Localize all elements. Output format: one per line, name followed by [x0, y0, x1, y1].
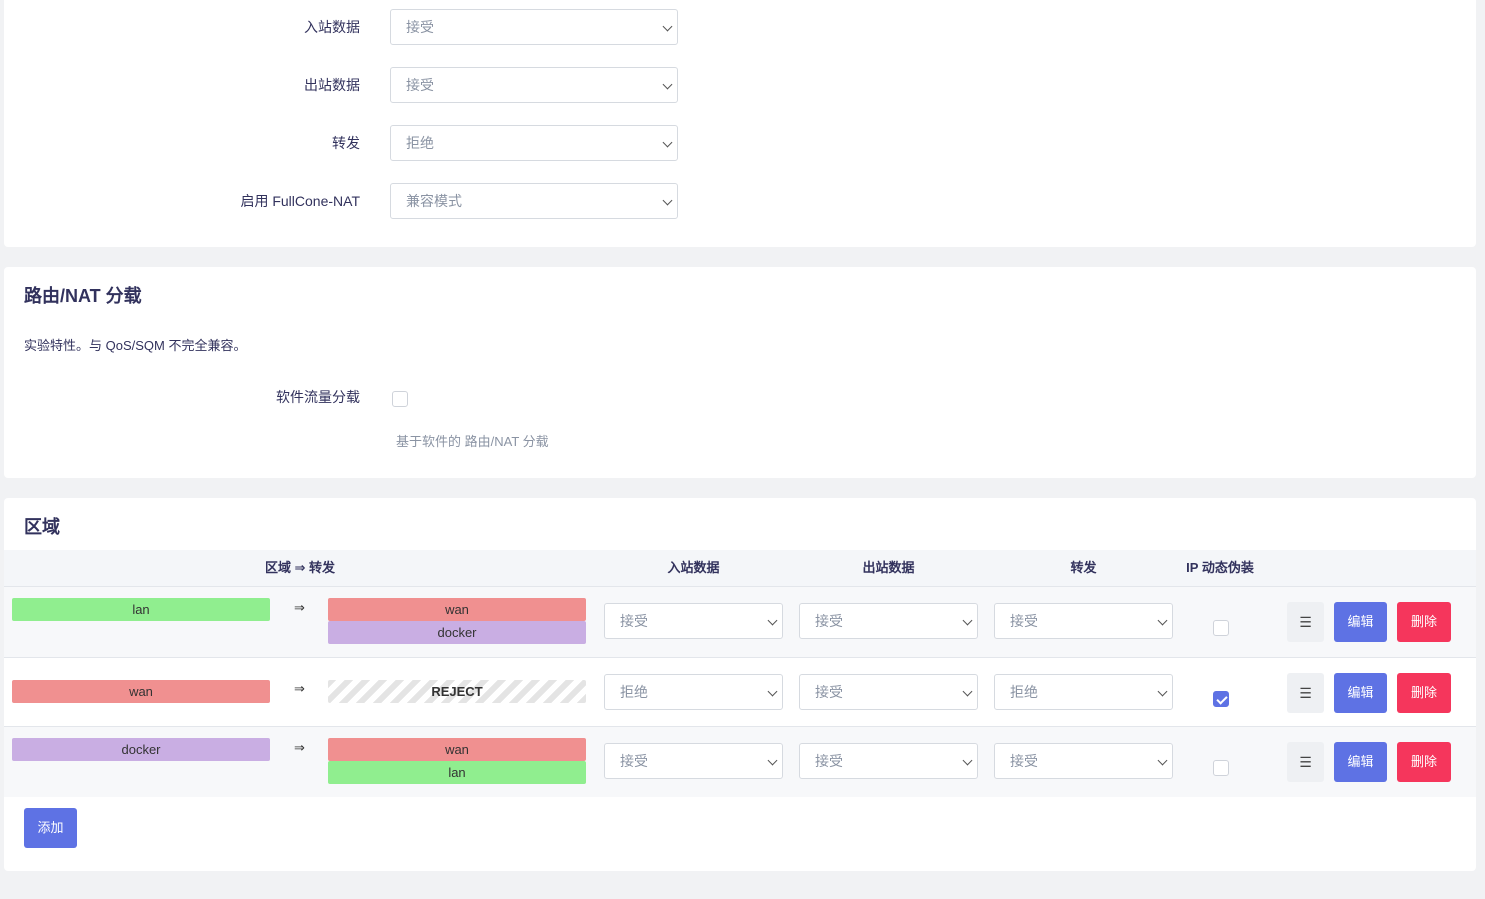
chevron-down-icon — [1157, 755, 1168, 766]
input-policy-row: 入站数据 接受 — [4, 9, 804, 45]
dest-badge-wan: wan — [328, 598, 586, 621]
chevron-down-icon — [662, 21, 673, 32]
general-settings-card: 入站数据 接受 出站数据 接受 转发 拒绝 启用 FullCone-NAT 兼容… — [4, 0, 1476, 247]
row-output-select[interactable]: 接受 — [799, 674, 978, 710]
row-forward-select[interactable]: 接受 — [994, 603, 1173, 639]
offload-title: 路由/NAT 分载 — [24, 286, 142, 306]
row-input-select[interactable]: 接受 — [604, 743, 783, 779]
chevron-down-icon — [767, 755, 778, 766]
input-policy-select[interactable]: 接受 — [390, 9, 678, 45]
chevron-down-icon — [1157, 686, 1168, 697]
drag-handle-menu-icon[interactable]: ☰ — [1287, 742, 1324, 782]
zones-table-header: 区域 ⇒ 转发 入站数据 出站数据 转发 IP 动态伪装 — [4, 550, 1476, 587]
header-forward: 转发 — [1070, 560, 1097, 575]
zone-badge-lan: lan — [12, 598, 270, 621]
masq-checkbox[interactable] — [1213, 691, 1229, 707]
row-forward-value: 拒绝 — [1010, 684, 1038, 700]
row-forward-value: 接受 — [1010, 753, 1038, 769]
row-input-select[interactable]: 拒绝 — [604, 674, 783, 710]
header-zone-forward: 区域 ⇒ 转发 — [264, 560, 336, 575]
chevron-down-icon — [1157, 615, 1168, 626]
chevron-down-icon — [962, 755, 973, 766]
zones-card: 区域 区域 ⇒ 转发 入站数据 出站数据 转发 IP 动态伪装 lan ⇒ wa… — [4, 498, 1476, 871]
sw-offload-checkbox[interactable] — [392, 391, 408, 407]
output-policy-value: 接受 — [406, 77, 434, 93]
delete-button[interactable]: 删除 — [1397, 742, 1451, 782]
chevron-down-icon — [662, 137, 673, 148]
output-policy-select[interactable]: 接受 — [390, 67, 678, 103]
chevron-down-icon — [767, 686, 778, 697]
chevron-down-icon — [962, 686, 973, 697]
chevron-down-icon — [767, 615, 778, 626]
row-output-value: 接受 — [815, 684, 843, 700]
header-output: 出站数据 — [862, 560, 915, 575]
output-policy-label: 出站数据 — [304, 77, 360, 93]
sw-offload-hint: 基于软件的 路由/NAT 分载 — [396, 434, 549, 449]
forward-policy-row: 转发 拒绝 — [4, 125, 804, 161]
row-input-value: 接受 — [620, 613, 648, 629]
row-forward-value: 接受 — [1010, 613, 1038, 629]
fullcone-nat-row: 启用 FullCone-NAT 兼容模式 — [4, 183, 804, 219]
sw-offload-label: 软件流量分载 — [276, 389, 360, 405]
forward-policy-label: 转发 — [332, 135, 360, 151]
row-output-value: 接受 — [815, 613, 843, 629]
zone-badge-wan: wan — [12, 680, 270, 703]
dest-badge-reject: REJECT — [328, 680, 586, 703]
zone-badge-docker: docker — [12, 738, 270, 761]
masq-checkbox[interactable] — [1213, 760, 1229, 776]
zones-title: 区域 — [24, 517, 60, 537]
masq-checkbox[interactable] — [1213, 620, 1229, 636]
table-row: docker ⇒ wan lan 接受 接受 接受 ☰ 编辑 删除 — [4, 727, 1476, 797]
sw-offload-row: 软件流量分载 — [4, 379, 804, 415]
offload-description: 实验特性。与 QoS/SQM 不完全兼容。 — [24, 338, 247, 353]
row-forward-select[interactable]: 拒绝 — [994, 674, 1173, 710]
row-input-select[interactable]: 接受 — [604, 603, 783, 639]
drag-handle-menu-icon[interactable]: ☰ — [1287, 602, 1324, 642]
input-policy-label: 入站数据 — [304, 19, 360, 35]
row-output-value: 接受 — [815, 753, 843, 769]
add-zone-button[interactable]: 添加 — [24, 808, 77, 848]
arrow-icon: ⇒ — [294, 740, 305, 755]
row-output-select[interactable]: 接受 — [799, 603, 978, 639]
offload-card: 路由/NAT 分载 实验特性。与 QoS/SQM 不完全兼容。 软件流量分载 基… — [4, 267, 1476, 478]
row-output-select[interactable]: 接受 — [799, 743, 978, 779]
chevron-down-icon — [662, 79, 673, 90]
dest-badge-lan: lan — [328, 761, 586, 784]
row-input-value: 接受 — [620, 753, 648, 769]
forward-policy-value: 拒绝 — [406, 135, 434, 151]
fullcone-nat-select[interactable]: 兼容模式 — [390, 183, 678, 219]
delete-button[interactable]: 删除 — [1397, 602, 1451, 642]
edit-button[interactable]: 编辑 — [1334, 602, 1387, 642]
row-input-value: 拒绝 — [620, 684, 648, 700]
chevron-down-icon — [662, 195, 673, 206]
arrow-icon: ⇒ — [294, 600, 305, 615]
delete-button[interactable]: 删除 — [1397, 673, 1451, 713]
dest-badge-docker: docker — [328, 621, 586, 644]
output-policy-row: 出站数据 接受 — [4, 67, 804, 103]
header-input: 入站数据 — [667, 560, 720, 575]
row-forward-select[interactable]: 接受 — [994, 743, 1173, 779]
fullcone-nat-label: 启用 FullCone-NAT — [240, 193, 360, 209]
header-masq: IP 动态伪装 — [1186, 560, 1254, 575]
arrow-icon: ⇒ — [294, 681, 305, 696]
forward-policy-select[interactable]: 拒绝 — [390, 125, 678, 161]
table-row: wan ⇒ REJECT 拒绝 接受 拒绝 ☰ 编辑 删除 — [4, 657, 1476, 727]
drag-handle-menu-icon[interactable]: ☰ — [1287, 673, 1324, 713]
chevron-down-icon — [962, 615, 973, 626]
table-row: lan ⇒ wan docker 接受 接受 接受 ☰ 编辑 删除 — [4, 587, 1476, 657]
input-policy-value: 接受 — [406, 19, 434, 35]
edit-button[interactable]: 编辑 — [1334, 742, 1387, 782]
fullcone-nat-value: 兼容模式 — [406, 193, 462, 209]
edit-button[interactable]: 编辑 — [1334, 673, 1387, 713]
dest-badge-wan: wan — [328, 738, 586, 761]
